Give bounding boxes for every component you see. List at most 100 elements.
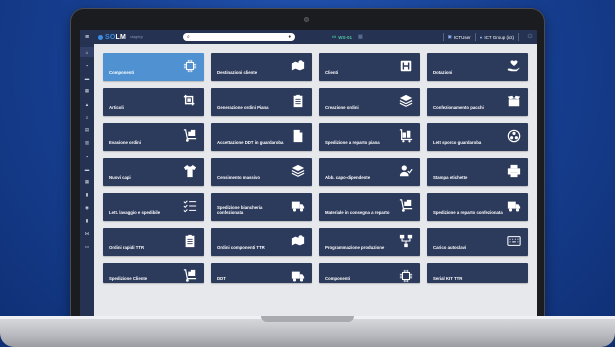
tile-ordini-rapidi-ttr[interactable]: Ordini rapidi TTR bbox=[103, 228, 204, 256]
tile-abb-capo-dipendente[interactable]: Abb. capo-dipendente bbox=[319, 158, 420, 186]
user-check-icon bbox=[398, 163, 414, 179]
tile-stampa-etichette[interactable]: Stampa etichette bbox=[427, 158, 528, 186]
box-icon[interactable]: ▪ bbox=[80, 60, 94, 70]
file-icon[interactable]: ▮ bbox=[80, 190, 94, 200]
hospital-icon bbox=[398, 58, 414, 74]
user-label[interactable]: ICTUser bbox=[454, 35, 471, 40]
chart-icon[interactable]: ▬ bbox=[80, 73, 94, 83]
tile-label: Stampa etichette bbox=[433, 175, 468, 180]
truck-icon bbox=[290, 198, 306, 214]
tile-label: Destinazioni cliente bbox=[217, 70, 258, 75]
tile-serial-kit-ttr[interactable]: Serial KIT TTR bbox=[427, 263, 528, 283]
tile-creazione-ordini[interactable]: Creazione ordini bbox=[319, 88, 420, 116]
app-logo[interactable]: SO LM staging bbox=[98, 34, 143, 41]
layers-icon bbox=[398, 93, 414, 109]
tile-dotazioni[interactable]: Dotazioni bbox=[427, 53, 528, 81]
tile-label: Generazione ordini Piana bbox=[217, 105, 269, 110]
chart-icon[interactable]: ▬ bbox=[80, 164, 94, 174]
laptop-notch bbox=[261, 316, 354, 322]
tile-label: Nuovi capi bbox=[109, 175, 131, 180]
dolly-icon bbox=[398, 198, 414, 214]
tile-label: Ordini rapidi TTR bbox=[109, 245, 145, 250]
search-input[interactable]: ⌕ ♦ bbox=[183, 33, 295, 41]
tile-label: Evasione ordini bbox=[109, 140, 141, 145]
top-bar: ≡ SO LM staging ⌕ ♦ ▭ WS-01 ▦ ▣ ICTUser … bbox=[80, 30, 537, 44]
tile-accettazione-ddt-in-guardaroba[interactable]: Accettazione DDT in guardaroba bbox=[211, 123, 312, 151]
list-icon[interactable]: ▥ bbox=[80, 138, 94, 148]
layers-icon bbox=[290, 163, 306, 179]
divider bbox=[442, 33, 444, 41]
clipboard-icon bbox=[290, 93, 306, 109]
tile-label: Spedizione biancheria confezionata bbox=[217, 205, 263, 215]
camera-icon bbox=[304, 17, 309, 22]
home-icon[interactable]: ⌂ bbox=[80, 47, 94, 57]
cart-icon[interactable]: ▪ bbox=[80, 151, 94, 161]
logo-dot-icon bbox=[98, 34, 103, 40]
tile-label: Materiale in consegna a reparto bbox=[325, 210, 390, 215]
tile-nuovi-capi[interactable]: Nuovi capi bbox=[103, 158, 204, 186]
tile-componenti[interactable]: Componenti bbox=[103, 53, 204, 81]
grid-icon[interactable]: ▦ bbox=[80, 86, 94, 96]
workstation-icon: ▭ bbox=[332, 34, 337, 39]
truck-icon bbox=[290, 268, 306, 284]
tile-programmazione-produzione[interactable]: Programmazione produzione bbox=[319, 228, 420, 256]
tile-label: Componenti bbox=[325, 276, 351, 281]
printer-icon bbox=[506, 163, 522, 179]
hand-heart-icon bbox=[506, 58, 522, 74]
tile-evasione-ordini[interactable]: Evasione ordini bbox=[103, 123, 204, 151]
workstation-label: WS-01 bbox=[338, 34, 353, 40]
chip-icon bbox=[182, 58, 198, 74]
dolly-icon bbox=[182, 268, 198, 284]
settings-icon[interactable]: ▦ bbox=[80, 177, 94, 187]
keyboard-icon[interactable]: ▭ bbox=[80, 242, 94, 252]
checklist-icon bbox=[182, 198, 198, 214]
tile-censimento-massivo[interactable]: Censimento massivo bbox=[211, 158, 312, 186]
tile-ddt[interactable]: DDT bbox=[211, 263, 312, 283]
box-open-icon bbox=[506, 93, 522, 109]
tile-ordini-componenti-ttr[interactable]: Ordini componenti TTR bbox=[211, 228, 312, 256]
crop-icon bbox=[182, 93, 198, 109]
tile-lett-sporco-guardaroba[interactable]: Lett sporco guardaroba bbox=[427, 123, 528, 151]
tile-confezionamento-pacchi[interactable]: Confezionamento pacchi bbox=[427, 88, 528, 116]
tile-articoli[interactable]: Articoli bbox=[103, 88, 204, 116]
tile-generazione-ordini-piana[interactable]: Generazione ordini Piana bbox=[211, 88, 312, 116]
list-icon[interactable]: ▤ bbox=[80, 125, 94, 135]
tile-label: Confezionamento pacchi bbox=[433, 105, 484, 110]
tile-label: Ordini componenti TTR bbox=[217, 245, 265, 250]
tile-destinazioni-cliente[interactable]: Destinazioni cliente bbox=[211, 53, 312, 81]
tile-spedizione-a-reparto-piana[interactable]: Spedizione a reparto piana bbox=[319, 123, 420, 151]
map-icon bbox=[290, 233, 306, 249]
tile-label: Articoli bbox=[109, 105, 124, 110]
tile-label: Dotazioni bbox=[433, 70, 453, 75]
tile-clienti[interactable]: Clienti bbox=[319, 53, 420, 81]
tshirt-icon bbox=[182, 163, 198, 179]
user-icon[interactable]: ▲ bbox=[80, 99, 94, 109]
microphone-icon[interactable]: ♦ bbox=[288, 34, 291, 40]
workstation-indicator[interactable]: ▭ WS-01 ▦ bbox=[332, 33, 363, 41]
tile-label: Abb. capo-dipendente bbox=[325, 175, 371, 180]
chip-icon bbox=[398, 268, 414, 284]
hamburger-icon[interactable]: ≡ bbox=[80, 30, 94, 44]
tile-label: Censimento massivo bbox=[217, 175, 260, 180]
tile-spedizione-cliente[interactable]: Spedizione Cliente bbox=[103, 263, 204, 283]
flow-icon[interactable]: ⋈ bbox=[80, 229, 94, 239]
tile-label: Accettazione DDT in guardaroba bbox=[217, 140, 284, 145]
power-icon[interactable]: ⏻ bbox=[523, 30, 537, 44]
tile-componenti[interactable]: Componenti bbox=[319, 263, 420, 283]
tile-materiale-in-consegna-a-reparto[interactable]: Materiale in consegna a reparto bbox=[319, 193, 420, 221]
group-label[interactable]: ICT Group (ict) bbox=[484, 35, 514, 40]
apps-grid-icon[interactable]: ▦ bbox=[358, 34, 363, 40]
keyboard-icon bbox=[506, 233, 522, 249]
tile-carico-autoclavi[interactable]: Carico autoclavi bbox=[427, 228, 528, 256]
tile-lett-lavaggio-e-spedibile[interactable]: Lett. lavaggio e spedibile bbox=[103, 193, 204, 221]
logo-suffix: LM bbox=[115, 33, 127, 41]
tile-spedizione-a-reparto-confezionata[interactable]: Spedizione a reparto confezionata bbox=[427, 193, 528, 221]
tile-grid: Componenti Destinazioni cliente Clienti Dot… bbox=[103, 53, 533, 283]
tile-spedizione-biancheria-confezionata[interactable]: Spedizione biancheria confezionata bbox=[211, 193, 312, 221]
list-icon[interactable]: ≡ bbox=[80, 112, 94, 122]
clock-icon[interactable]: ◉ bbox=[80, 203, 94, 213]
file-icon[interactable]: ▮ bbox=[80, 216, 94, 226]
logo-subtitle: staging bbox=[130, 35, 143, 39]
tile-label: Programmazione produzione bbox=[325, 245, 385, 250]
flow-icon bbox=[398, 233, 414, 249]
